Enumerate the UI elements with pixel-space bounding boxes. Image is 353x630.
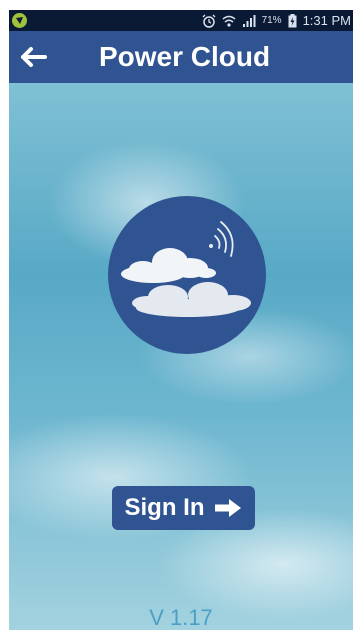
alarm-icon bbox=[202, 14, 216, 28]
main-content: Sign In V 1.17 bbox=[9, 83, 353, 630]
status-icons: 71% 1:31 PM bbox=[202, 12, 351, 29]
wifi-icon bbox=[222, 15, 236, 27]
sign-in-label: Sign In bbox=[124, 494, 205, 521]
battery-percent: 71% bbox=[261, 15, 282, 26]
signal-icon bbox=[242, 14, 256, 27]
cloud-wifi-logo bbox=[108, 196, 266, 354]
app-bar: Power Cloud bbox=[9, 31, 353, 83]
app-notification-icon bbox=[12, 13, 27, 28]
arrow-left-icon bbox=[21, 47, 47, 67]
arrow-right-icon bbox=[214, 499, 241, 517]
version-label: V 1.17 bbox=[149, 605, 213, 630]
battery-icon bbox=[288, 13, 297, 27]
app-title: Power Cloud bbox=[99, 41, 271, 72]
status-bar: 71% 1:31 PM bbox=[9, 10, 353, 31]
back-button[interactable] bbox=[15, 41, 51, 73]
sign-in-button[interactable]: Sign In bbox=[112, 486, 255, 530]
app-screen: 71% 1:31 PM Power Cloud Sign In V 1.17 bbox=[9, 10, 353, 630]
status-time: 1:31 PM bbox=[302, 13, 351, 28]
